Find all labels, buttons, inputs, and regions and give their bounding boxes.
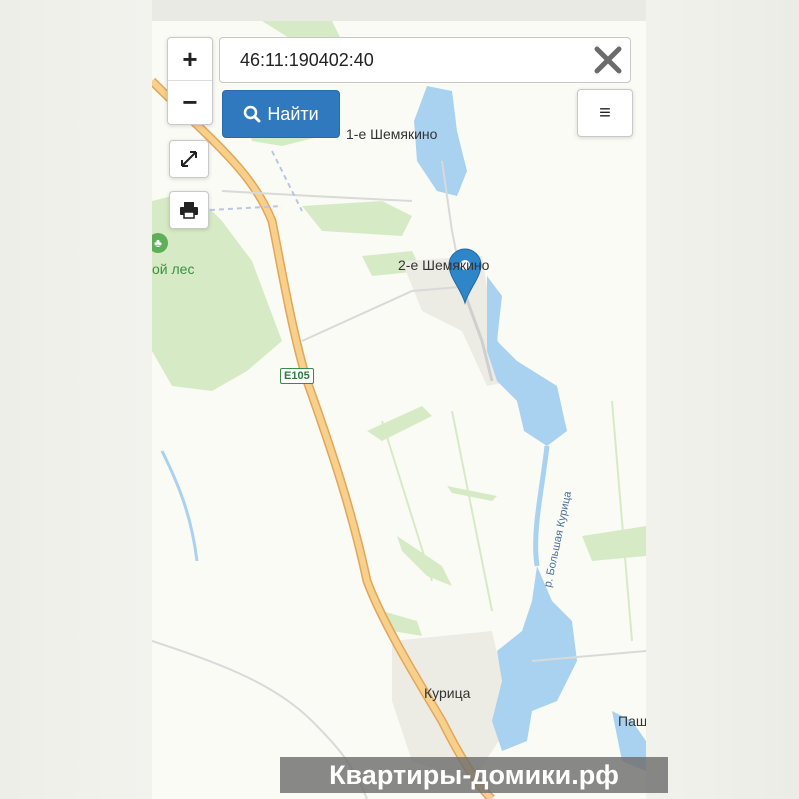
clear-search-button[interactable] — [592, 44, 624, 76]
watermark: Квартиры-домики.рф — [280, 757, 668, 793]
menu-icon: ≡ — [599, 101, 611, 124]
place-label-kuritsa: Курица — [424, 685, 471, 701]
fullscreen-button[interactable] — [169, 140, 209, 178]
road-shield-e105: E105 — [280, 368, 314, 384]
print-icon — [180, 202, 198, 219]
fullscreen-icon — [181, 151, 197, 167]
place-label-shemyakino-1: 1-е Шемякино — [346, 126, 438, 142]
find-button[interactable]: Найти — [222, 90, 340, 138]
close-icon — [594, 46, 622, 74]
place-label-pash: Паш — [618, 713, 646, 729]
forest-area — [397, 536, 452, 586]
zoom-in-button[interactable]: + — [168, 38, 212, 81]
forest-area — [302, 201, 412, 236]
river — [487, 276, 567, 446]
plus-icon: + — [182, 43, 198, 74]
cadastral-search-input[interactable] — [220, 38, 590, 82]
field-line — [381, 420, 433, 582]
left-blur-border — [0, 0, 152, 799]
road — [271, 150, 303, 212]
forest-area — [367, 406, 432, 441]
field-line — [451, 410, 493, 612]
minus-icon: − — [182, 86, 198, 117]
print-button[interactable] — [169, 191, 209, 229]
zoom-control: + − — [167, 37, 213, 125]
place-label-shemyakino-2: 2-е Шемякино — [398, 257, 490, 273]
stream — [160, 450, 199, 562]
cadastral-search-box — [219, 37, 631, 83]
road — [221, 190, 413, 202]
forest-area — [447, 486, 497, 501]
zoom-out-button[interactable]: − — [168, 81, 212, 123]
search-icon — [244, 105, 261, 123]
menu-button[interactable]: ≡ — [577, 89, 633, 137]
right-blur-border — [646, 0, 799, 799]
place-label-forest: ой лес — [152, 261, 195, 277]
field-line — [611, 400, 633, 642]
find-button-label: Найти — [267, 103, 319, 124]
stream — [533, 445, 550, 567]
forest-area — [582, 526, 646, 561]
